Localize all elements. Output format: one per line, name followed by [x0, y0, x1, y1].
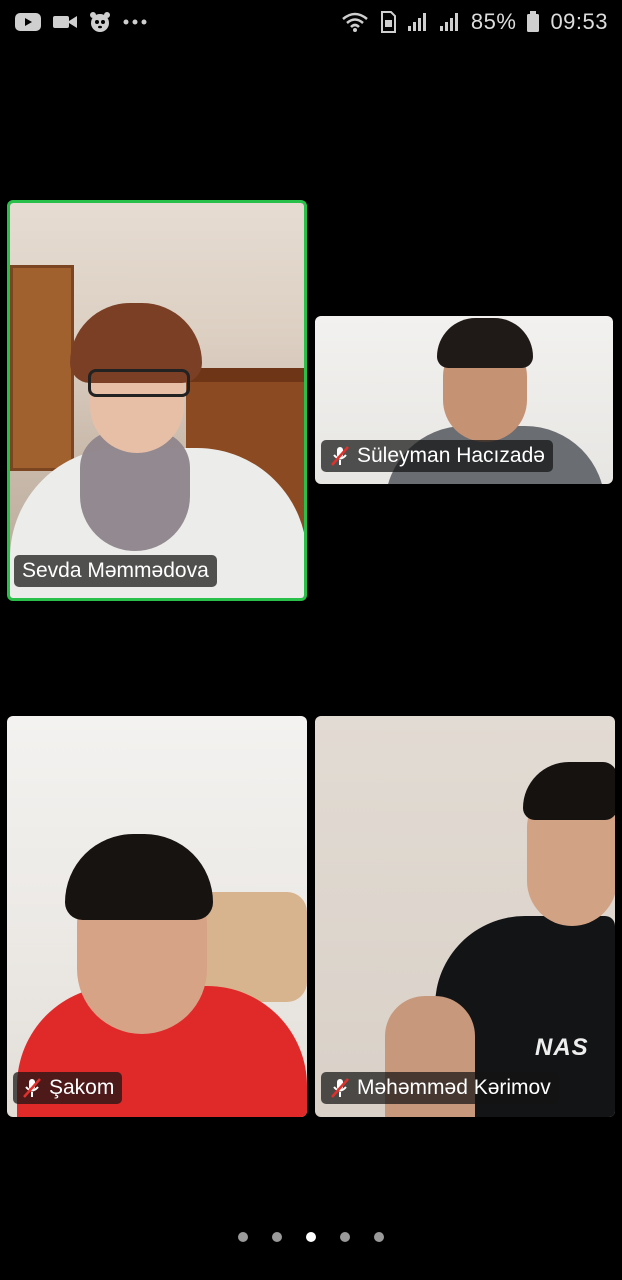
participant-name-tag: Məhəmməd Kərimov — [321, 1072, 559, 1104]
status-bar-left — [14, 11, 148, 33]
video-camera-icon — [52, 12, 78, 32]
page-dot-current[interactable] — [306, 1232, 316, 1242]
video-feed: NAS — [315, 716, 615, 1117]
person-glasses — [88, 369, 190, 397]
status-bar-right: 85% 09:53 — [341, 9, 608, 35]
battery-percentage: 85% — [470, 9, 517, 34]
muted-mic-icon — [329, 1077, 351, 1099]
participant-name-tag: Sevda Məmmədova — [14, 555, 217, 587]
video-tile-sevda[interactable]: Sevda Məmmədova — [7, 200, 307, 601]
page-dot[interactable] — [374, 1232, 384, 1242]
participant-name: Sevda Məmmədova — [22, 559, 209, 582]
signal-icon — [439, 12, 461, 32]
signal-icon — [407, 12, 429, 32]
background-door — [10, 265, 74, 471]
video-tile-sakom[interactable]: Şakom — [7, 716, 307, 1117]
zoom-meeting-screen: 85% 09:53 Sevda Məmmədova Süleyman Hacız… — [0, 0, 622, 1280]
status-bar: 85% 09:53 — [0, 0, 622, 44]
video-tile-suleyman[interactable]: Süleyman Hacızadə — [315, 316, 613, 484]
page-dot[interactable] — [340, 1232, 350, 1242]
video-tile-mehemmed[interactable]: NAS Məhəmməd Kərimov — [315, 716, 615, 1117]
wifi-icon — [341, 11, 369, 33]
participant-name: Şakom — [49, 1076, 115, 1099]
page-dot[interactable] — [238, 1232, 248, 1242]
panda-icon — [88, 11, 112, 33]
page-indicator[interactable] — [0, 1228, 622, 1246]
muted-mic-icon — [21, 1077, 43, 1099]
battery-icon — [526, 11, 540, 33]
person-hair — [65, 834, 213, 920]
page-dot[interactable] — [272, 1232, 282, 1242]
person-hair — [437, 318, 533, 368]
participant-name: Süleyman Hacızadə — [357, 444, 545, 467]
participant-name-tag: Şakom — [13, 1072, 123, 1104]
youtube-icon — [14, 12, 42, 32]
sim-icon — [379, 11, 397, 33]
more-dots-icon — [122, 18, 148, 26]
video-feed — [7, 716, 307, 1117]
muted-mic-icon — [329, 445, 351, 467]
person-hair — [523, 762, 615, 820]
participant-name: Məhəmməd Kərimov — [357, 1076, 551, 1099]
shirt-logo: NAS — [535, 1034, 589, 1061]
participant-name-tag: Süleyman Hacızadə — [321, 440, 553, 472]
clock: 09:53 — [550, 9, 608, 34]
video-feed — [10, 203, 304, 598]
